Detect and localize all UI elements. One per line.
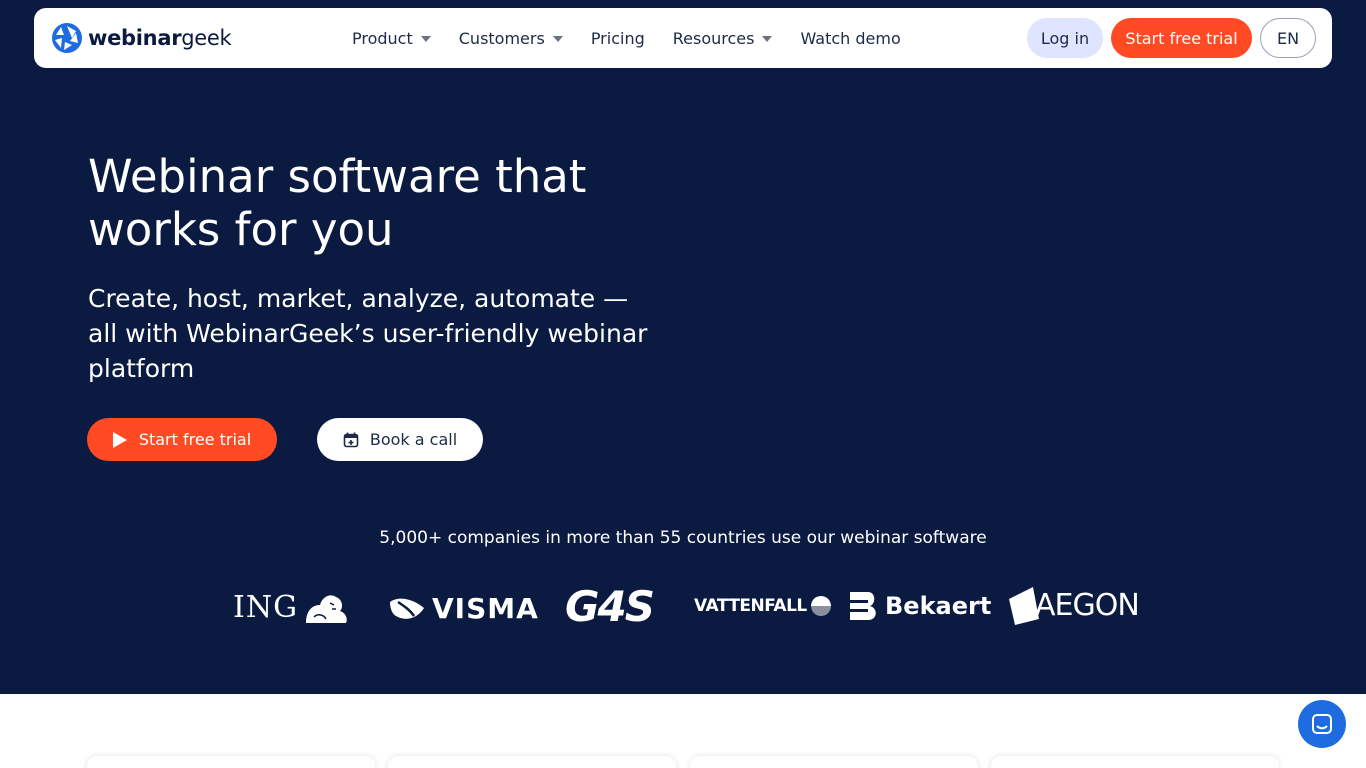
- top-navigation: webinargeek Product Customers Pricing Re…: [34, 8, 1332, 68]
- chevron-down-icon: [552, 36, 563, 42]
- hero-start-trial-button[interactable]: Start free trial: [87, 418, 277, 461]
- hero-title: Webinar software that works for you: [88, 150, 587, 256]
- bekaert-logo: Bekaert: [848, 590, 991, 622]
- g4s-logo: G4S: [565, 582, 655, 631]
- language-selector[interactable]: EN: [1260, 18, 1316, 58]
- login-button[interactable]: Log in: [1027, 18, 1103, 58]
- aegon-logo: AEGON: [1009, 585, 1140, 625]
- visma-logo: VISMA: [388, 592, 539, 625]
- logo[interactable]: webinargeek: [50, 21, 232, 55]
- menu-item-resources[interactable]: Resources: [673, 29, 773, 48]
- calendar-plus-icon: [343, 432, 359, 447]
- menu-item-product[interactable]: Product: [352, 29, 431, 48]
- feature-card: [388, 756, 676, 768]
- menu-item-customers[interactable]: Customers: [459, 29, 563, 48]
- visma-mark-icon: [390, 598, 424, 619]
- menu-item-watch-demo[interactable]: Watch demo: [800, 29, 900, 48]
- hero-section: webinargeek Product Customers Pricing Re…: [0, 0, 1366, 694]
- customer-logos: ING VISMA G4S VATTENFALL Bekaert AEGON: [0, 580, 1366, 640]
- main-menu: Product Customers Pricing Resources Watc…: [352, 8, 929, 68]
- webinargeek-logo-icon: [52, 23, 82, 53]
- companies-tagline: 5,000+ companies in more than 55 countri…: [379, 528, 987, 548]
- ing-logo: ING: [233, 590, 350, 625]
- play-icon: [112, 431, 127, 448]
- menu-item-pricing[interactable]: Pricing: [591, 29, 645, 48]
- feature-card: [991, 756, 1279, 768]
- chat-launcher-button[interactable]: [1298, 700, 1346, 748]
- book-a-call-button[interactable]: Book a call: [317, 418, 483, 461]
- chevron-down-icon: [420, 36, 431, 42]
- bekaert-mark-icon: [850, 592, 876, 620]
- logo-wordmark: webinargeek: [88, 26, 232, 50]
- vattenfall-logo: VATTENFALL: [694, 596, 831, 616]
- chat-icon: [1312, 714, 1332, 734]
- start-free-trial-button[interactable]: Start free trial: [1111, 18, 1252, 58]
- hero-subtitle: Create, host, market, analyze, automate …: [88, 284, 648, 383]
- vattenfall-dot-icon: [810, 596, 831, 616]
- chevron-down-icon: [762, 36, 773, 42]
- feature-card: [690, 756, 978, 768]
- lion-icon: [306, 594, 347, 623]
- feature-card: [87, 756, 375, 768]
